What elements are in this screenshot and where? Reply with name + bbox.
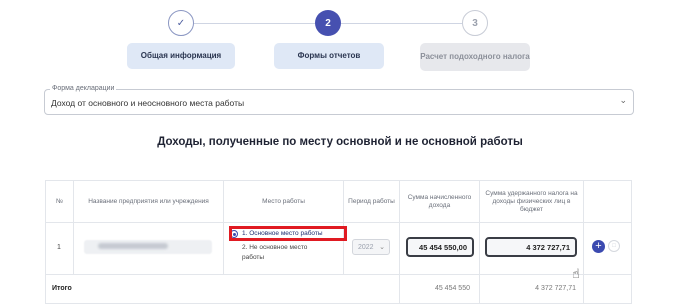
header-tax: Сумма удержанного налога на доходы физич… bbox=[480, 181, 584, 223]
cell-period: 2022 ⌄ bbox=[344, 223, 400, 275]
section-title: Доходы, полученные по месту основной и н… bbox=[157, 136, 523, 148]
total-row: Итого 45 454 550 4 372 727,71 bbox=[46, 275, 631, 303]
declaration-form-label: Форма декларации bbox=[50, 85, 117, 92]
step-income-tax-calc-button[interactable]: Расчет подоходного налога bbox=[420, 43, 530, 71]
header-income: Сумма начисленного дохода bbox=[400, 181, 480, 223]
cell-actions: + □ bbox=[584, 223, 631, 275]
chevron-down-icon: ⌄ bbox=[379, 244, 385, 251]
period-year-select[interactable]: 2022 ⌄ bbox=[352, 239, 390, 255]
cell-tax: 4 372 727,71 bbox=[480, 223, 584, 275]
total-label: Итого bbox=[52, 285, 72, 292]
header-period: Период работы bbox=[344, 181, 400, 223]
step-report-forms-button[interactable]: Формы отчетов bbox=[274, 43, 384, 69]
declaration-form-value: Доход от основного и неосновного места р… bbox=[51, 98, 245, 108]
income-input[interactable]: 45 454 550,00 bbox=[406, 237, 474, 257]
income-table: № Название предприятия или учреждения Ме… bbox=[45, 180, 632, 304]
header-organization: Название предприятия или учреждения bbox=[74, 181, 224, 223]
total-tax: 4 372 727,71 bbox=[535, 285, 576, 292]
workplace-secondary-option[interactable]: 2. Не основное место работы bbox=[230, 243, 320, 263]
tax-input[interactable]: 4 372 727,71 bbox=[485, 237, 577, 257]
workplace-secondary-label: 2. Не основное место работы bbox=[242, 244, 308, 261]
add-row-button[interactable]: + bbox=[592, 240, 605, 253]
table-header: № Название предприятия или учреждения Ме… bbox=[46, 181, 631, 223]
header-number: № bbox=[46, 181, 74, 223]
stepper-line bbox=[194, 23, 315, 24]
step-3-circle[interactable]: 3 bbox=[462, 10, 488, 36]
step-2-circle[interactable]: 2 bbox=[315, 10, 341, 36]
declaration-form-select[interactable]: Доход от основного и неосновного места р… bbox=[44, 89, 634, 115]
organization-name-redacted[interactable] bbox=[84, 240, 212, 254]
delete-row-button[interactable]: □ bbox=[608, 240, 620, 252]
highlight-box bbox=[229, 226, 347, 241]
stepper-line bbox=[341, 23, 462, 24]
period-year-value: 2022 bbox=[358, 244, 374, 251]
cell-organization bbox=[74, 223, 224, 275]
total-income: 45 454 550 bbox=[434, 285, 470, 292]
step-1-check-icon[interactable]: ✓ bbox=[168, 10, 194, 36]
cell-income: 45 454 550,00 bbox=[400, 223, 480, 275]
header-actions bbox=[584, 181, 631, 223]
header-workplace: Место работы bbox=[224, 181, 344, 223]
row-number: 1 bbox=[57, 244, 61, 251]
hand-cursor-icon: ☝ bbox=[572, 266, 580, 281]
step-general-info-button[interactable]: Общая информация bbox=[127, 43, 235, 69]
cell-number: 1 bbox=[46, 223, 74, 275]
chevron-down-icon[interactable]: ⌄ bbox=[619, 95, 627, 106]
